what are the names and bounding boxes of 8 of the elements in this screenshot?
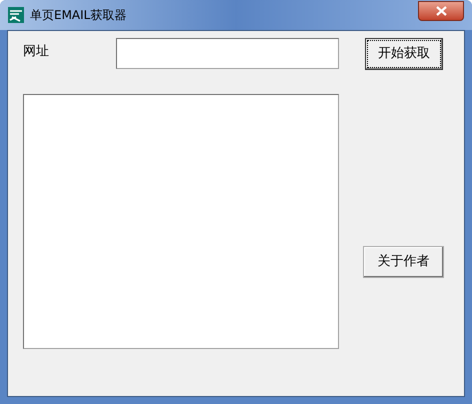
close-icon [436,6,446,16]
url-label: 网址 [23,43,50,61]
about-button[interactable]: 关于作者 [363,246,444,278]
url-field[interactable] [116,38,339,69]
close-button[interactable] [418,1,464,21]
app-icon [8,7,24,23]
window-title: 单页EMAIL获取器 [30,7,126,24]
start-button[interactable]: 开始获取 [365,38,443,70]
